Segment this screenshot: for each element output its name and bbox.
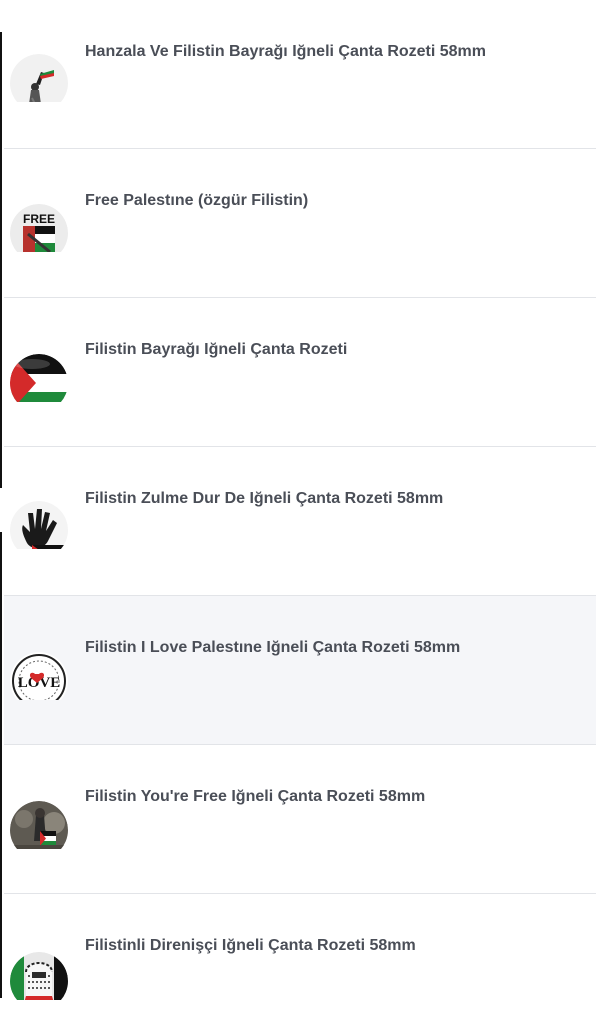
badge-youre-free-image (10, 801, 68, 849)
product-list-item[interactable]: FREE Free Palestıne (özgür Filistin) (4, 149, 596, 298)
product-thumbnail[interactable]: FREE (10, 204, 68, 252)
product-thumbnail[interactable]: LOVE (10, 652, 68, 700)
product-title[interactable]: Filistin Bayrağı Iğneli Çanta Rozeti (85, 339, 586, 361)
product-list-item[interactable]: Hanzala Ve Filistin Bayrağı Iğneli Çanta… (4, 0, 596, 149)
product-list-item[interactable]: Filistin You're Free Iğneli Çanta Rozeti… (4, 745, 596, 894)
badge-i-love-palestine-image: LOVE (10, 652, 68, 700)
product-thumbnail[interactable] (10, 801, 68, 849)
badge-resistance-fighter-image (10, 952, 68, 1000)
product-thumbnail[interactable] (10, 354, 68, 402)
badge-text: FREE (23, 212, 55, 226)
badge-hand-print-image (10, 501, 68, 549)
product-title[interactable]: Hanzala Ve Filistin Bayrağı Iğneli Çanta… (85, 41, 586, 63)
product-title[interactable]: Filistin Zulme Dur De Iğneli Çanta Rozet… (85, 488, 586, 510)
product-title[interactable]: Filistin I Love Palestıne Iğneli Çanta R… (85, 637, 586, 659)
product-title[interactable]: Filistin You're Free Iğneli Çanta Rozeti… (85, 786, 586, 808)
product-list-item[interactable]: Filistin Zulme Dur De Iğneli Çanta Rozet… (4, 447, 596, 596)
badge-palestine-flag-image (10, 354, 68, 402)
product-list-item[interactable]: Filistin Bayrağı Iğneli Çanta Rozeti (4, 298, 596, 447)
left-edge-bar (0, 32, 2, 488)
product-title[interactable]: Free Palestıne (özgür Filistin) (85, 190, 586, 212)
badge-free-palestine-image: FREE (10, 204, 68, 252)
product-thumbnail[interactable] (10, 952, 68, 1000)
product-list: Hanzala Ve Filistin Bayrağı Iğneli Çanta… (4, 0, 596, 1034)
product-list-item[interactable]: LOVE Filistin I Love Palestıne Iğneli Ça… (4, 596, 596, 745)
product-list-item[interactable]: Filistinli Direnişçi Iğneli Çanta Rozeti… (4, 894, 596, 1034)
product-thumbnail[interactable] (10, 54, 68, 102)
badge-hanzala-flag-image (10, 54, 68, 102)
product-thumbnail[interactable] (10, 501, 68, 549)
product-title[interactable]: Filistinli Direnişçi Iğneli Çanta Rozeti… (85, 935, 586, 957)
left-edge-bar (0, 532, 2, 998)
